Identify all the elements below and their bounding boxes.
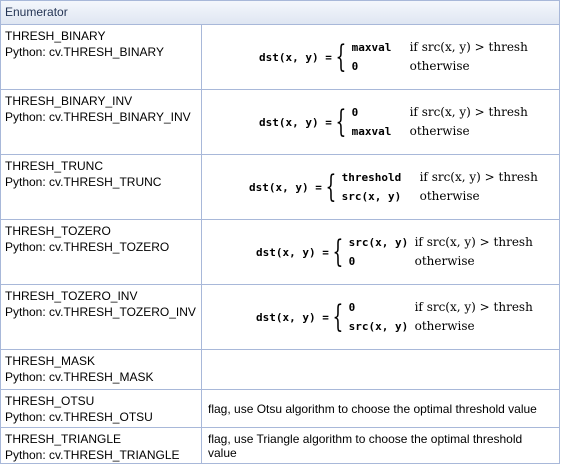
formula: dst(x, y) = { 0 if src(x, y) > thresh src… bbox=[256, 298, 533, 336]
enum-name: THRESH_TRUNC bbox=[5, 159, 104, 173]
table-row: THRESH_MASK Python: cv.THRESH_MASK bbox=[1, 350, 559, 390]
case-condition: if src(x, y) > thresh bbox=[414, 300, 533, 314]
case-value: 0 bbox=[348, 255, 356, 268]
formula: dst(x, y) = { maxval if src(x, y) > thres… bbox=[259, 38, 528, 76]
table-row: THRESH_OTSU Python: cv.THRESH_OTSU flag,… bbox=[1, 390, 559, 428]
case-condition: otherwise bbox=[409, 59, 470, 73]
case-condition: if src(x, y) > thresh bbox=[414, 235, 533, 249]
python-name: Python: cv.THRESH_TRUNC bbox=[5, 175, 162, 189]
table-row: THRESH_TRIANGLE Python: cv.THRESH_TRIANG… bbox=[1, 428, 559, 464]
description-cell bbox=[202, 350, 559, 389]
formula-cell: dst(x, y) = { maxval if src(x, y) > thres… bbox=[202, 25, 559, 89]
formula-cell: dst(x, y) = { src(x, y) if src(x, y) > th… bbox=[202, 220, 559, 284]
brace-icon: { bbox=[335, 38, 347, 75]
enum-name-cell: THRESH_TRIANGLE Python: cv.THRESH_TRIANG… bbox=[1, 428, 202, 464]
enum-name: THRESH_TOZERO bbox=[5, 224, 111, 238]
enum-name: THRESH_TOZERO_INV bbox=[5, 289, 138, 303]
formula: dst(x, y) = { threshold if src(x, y) > th… bbox=[249, 168, 538, 206]
enum-name: THRESH_BINARY bbox=[5, 29, 106, 43]
case-condition: if src(x, y) > thresh bbox=[409, 105, 528, 119]
case-condition: otherwise bbox=[419, 189, 480, 203]
enum-name: THRESH_BINARY_INV bbox=[5, 94, 133, 108]
brace-icon: { bbox=[332, 233, 344, 270]
brace-icon: { bbox=[325, 168, 337, 205]
formula: dst(x, y) = { 0 if src(x, y) > thresh max… bbox=[259, 103, 528, 141]
python-name: Python: cv.THRESH_TRIANGLE bbox=[5, 448, 180, 462]
case-condition: if src(x, y) > thresh bbox=[419, 170, 538, 184]
python-name: Python: cv.THRESH_TOZERO bbox=[5, 240, 170, 254]
python-name: Python: cv.THRESH_TOZERO_INV bbox=[5, 305, 196, 319]
python-name: Python: cv.THRESH_OTSU bbox=[5, 410, 153, 424]
formula: dst(x, y) = { src(x, y) if src(x, y) > th… bbox=[256, 233, 533, 271]
enum-name-cell: THRESH_OTSU Python: cv.THRESH_OTSU bbox=[1, 390, 202, 427]
formula-lhs: dst(x, y) = bbox=[256, 245, 329, 259]
description-cell: flag, use Otsu algorithm to choose the o… bbox=[208, 401, 537, 416]
formula-lhs: dst(x, y) = bbox=[249, 180, 322, 194]
python-name: Python: cv.THRESH_MASK bbox=[5, 370, 154, 384]
python-name: Python: cv.THRESH_BINARY_INV bbox=[5, 110, 191, 124]
table-row: THRESH_TOZERO_INV Python: cv.THRESH_TOZE… bbox=[1, 285, 559, 350]
case-condition: otherwise bbox=[414, 254, 475, 268]
enum-name-cell: THRESH_MASK Python: cv.THRESH_MASK bbox=[1, 350, 202, 389]
enum-name: THRESH_OTSU bbox=[5, 394, 95, 408]
formula-lhs: dst(x, y) = bbox=[259, 50, 332, 64]
case-value: 0 bbox=[348, 301, 356, 314]
case-condition: otherwise bbox=[409, 124, 470, 138]
table-row: THRESH_TOZERO Python: cv.THRESH_TOZERO d… bbox=[1, 220, 559, 285]
case-condition: if src(x, y) > thresh bbox=[409, 40, 528, 54]
brace-icon: { bbox=[335, 103, 347, 140]
table-row: THRESH_BINARY_INV Python: cv.THRESH_BINA… bbox=[1, 90, 559, 155]
case-value: src(x, y) bbox=[341, 190, 402, 203]
enum-name-cell: THRESH_TRUNC Python: cv.THRESH_TRUNC bbox=[1, 155, 202, 219]
case-condition: otherwise bbox=[414, 319, 475, 333]
case-value: threshold bbox=[341, 171, 402, 184]
formula-cell: dst(x, y) = { threshold if src(x, y) > th… bbox=[202, 155, 559, 219]
enum-name: THRESH_TRIANGLE bbox=[5, 432, 122, 446]
case-value: maxval bbox=[351, 41, 392, 54]
formula-cell: dst(x, y) = { 0 if src(x, y) > thresh max… bbox=[202, 90, 559, 154]
table-header: Enumerator bbox=[1, 1, 559, 25]
enum-name-cell: THRESH_BINARY Python: cv.THRESH_BINARY bbox=[1, 25, 202, 89]
formula-lhs: dst(x, y) = bbox=[259, 115, 332, 129]
description-cell: flag, use Triangle algorithm to choose t… bbox=[208, 432, 523, 460]
python-name: Python: cv.THRESH_BINARY bbox=[5, 45, 164, 59]
case-value: src(x, y) bbox=[348, 236, 409, 249]
enum-name-cell: THRESH_TOZERO_INV Python: cv.THRESH_TOZE… bbox=[1, 285, 202, 349]
enumerator-table: Enumerator THRESH_BINARY Python: cv.THRE… bbox=[0, 0, 560, 464]
enum-name: THRESH_MASK bbox=[5, 354, 96, 368]
formula-lhs: dst(x, y) = bbox=[256, 310, 329, 324]
enum-name-cell: THRESH_BINARY_INV Python: cv.THRESH_BINA… bbox=[1, 90, 202, 154]
case-value: maxval bbox=[351, 125, 392, 138]
case-value: 0 bbox=[351, 106, 359, 119]
enum-name-cell: THRESH_TOZERO Python: cv.THRESH_TOZERO bbox=[1, 220, 202, 284]
brace-icon: { bbox=[332, 298, 344, 335]
case-value: 0 bbox=[351, 60, 359, 73]
formula-cell: dst(x, y) = { 0 if src(x, y) > thresh src… bbox=[202, 285, 559, 349]
case-value: src(x, y) bbox=[348, 320, 409, 333]
table-row: THRESH_TRUNC Python: cv.THRESH_TRUNC dst… bbox=[1, 155, 559, 220]
table-row: THRESH_BINARY Python: cv.THRESH_BINARY d… bbox=[1, 25, 559, 90]
